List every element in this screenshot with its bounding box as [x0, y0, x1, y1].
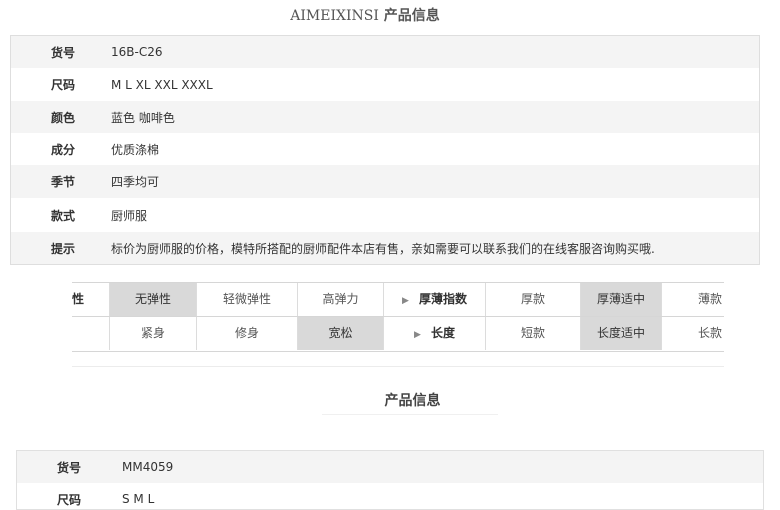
- length-header: ▶ 长度: [384, 317, 486, 350]
- spec-label: 尺码: [51, 78, 76, 92]
- elasticity-option-selected: 无弹性: [110, 283, 197, 316]
- spec-row-style: 款式 厨师服: [11, 198, 759, 232]
- spec-row-size: 尺码 M L XL XXL XXXL: [11, 68, 759, 101]
- spec-label: 提示: [51, 241, 76, 256]
- spec-label: 季节: [51, 175, 76, 189]
- spec-value: 四季均可: [111, 175, 160, 189]
- spec-row-tip: 提示 标价为厨师服的价格，模特所搭配的厨师配件本店有售，亲如需要可以联系我们的在…: [11, 232, 759, 264]
- scale-row-elasticity-thickness: 性 无弹性 轻微弹性 高弹力 ▶ 厚薄指数 厚款 厚薄适中 薄款: [72, 283, 724, 317]
- length-option: 长款: [697, 326, 722, 340]
- arrow-right-icon: ▶: [402, 296, 409, 306]
- product-spec-table-2: 货号 MM4059 尺码 S M L: [16, 450, 764, 510]
- spec-value: MM4059: [122, 460, 174, 474]
- spec-label: 款式: [51, 208, 76, 223]
- length-label: 长度: [430, 326, 455, 340]
- thickness-option: 薄款: [697, 292, 722, 306]
- spec-row-material: 成分 优质涤棉: [11, 133, 759, 165]
- spec-row-season: 季节 四季均可: [11, 165, 759, 198]
- spec-value: M L XL XXL XXXL: [111, 77, 213, 92]
- spec-label: 货号: [51, 45, 76, 60]
- section-title: AIMEIXINSI 产品信息: [0, 5, 730, 25]
- section-divider: [72, 366, 724, 367]
- elasticity-option: 轻微弹性: [197, 283, 298, 316]
- arrow-right-icon: ▶: [414, 330, 421, 340]
- spec-label: 颜色: [51, 110, 76, 125]
- spec-row-size: 尺码 S M L: [17, 483, 763, 509]
- spec-value: 厨师服: [111, 208, 148, 223]
- elasticity-option: 高弹力: [298, 283, 384, 316]
- length-option: 短款: [486, 317, 581, 350]
- spec-value: 优质涤棉: [111, 142, 160, 157]
- fit-option: 修身: [197, 317, 298, 350]
- thickness-option: 厚款: [486, 283, 581, 316]
- spec-label: 货号: [57, 460, 82, 475]
- title-underline: [322, 414, 498, 415]
- spec-value: 蓝色 咖啡色: [111, 110, 175, 125]
- fit-option-selected: 宽松: [298, 317, 384, 350]
- spec-row-item-no: 货号 MM4059: [17, 451, 763, 483]
- spec-label: 成分: [51, 142, 76, 157]
- spec-row-item-no: 货号 16B-C26: [11, 36, 759, 68]
- spec-value: 标价为厨师服的价格，模特所搭配的厨师配件本店有售，亲如需要可以联系我们的在线客服…: [111, 241, 655, 256]
- thickness-header: ▶ 厚薄指数: [384, 283, 486, 316]
- section-title-text: 产品信息: [383, 8, 440, 24]
- product-spec-table: 货号 16B-C26 尺码 M L XL XXL XXXL 颜色 蓝色 咖啡色 …: [10, 35, 760, 265]
- brand-name: AIMEIXINSI: [290, 8, 379, 24]
- spec-row-color: 颜色 蓝色 咖啡色: [11, 101, 759, 133]
- section-title-2: 产品信息: [384, 393, 441, 409]
- spec-value: S M L: [122, 492, 155, 506]
- spec-value: 16B-C26: [111, 45, 163, 59]
- thickness-label: 厚薄指数: [418, 292, 467, 306]
- length-option-selected: 长度适中: [581, 317, 662, 350]
- attribute-scale-table: 性 无弹性 轻微弹性 高弹力 ▶ 厚薄指数 厚款 厚薄适中 薄款 紧身 修身 宽松…: [72, 282, 724, 352]
- thickness-option-selected: 厚薄适中: [581, 283, 662, 316]
- elasticity-label: 性: [72, 283, 110, 316]
- fit-label-cell: [72, 317, 110, 350]
- scale-row-fit-length: 紧身 修身 宽松 ▶ 长度 短款 长度适中 长款: [72, 317, 724, 350]
- fit-option: 紧身: [110, 317, 197, 350]
